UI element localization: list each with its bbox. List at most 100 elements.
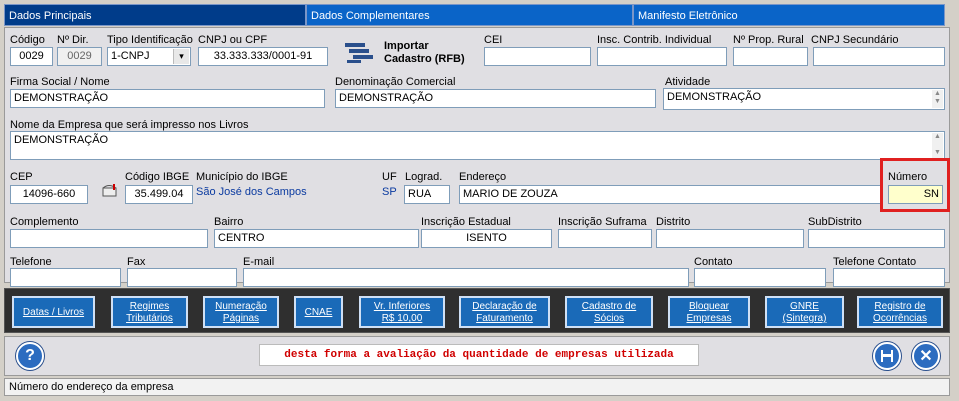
datas-livros-button[interactable]: Datas / Livros [12,296,95,328]
save-icon[interactable] [873,342,901,370]
atividade-field[interactable]: DEMONSTRAÇÃO ▲ ▼ [663,88,945,110]
distrito-label: Distrito [656,216,691,228]
complemento-label: Complemento [10,216,79,228]
distrito-field[interactable] [656,229,804,248]
gnre-sintegra-button[interactable]: GNRE (Sintegra) [765,296,844,328]
fax-field[interactable] [127,268,237,287]
cep-field[interactable]: 14096-660 [10,185,88,204]
cnae-button[interactable]: CNAE [294,296,343,328]
tipo-value: 1-CNPJ [111,50,150,62]
codigo-field[interactable]: 0029 [10,47,53,66]
suframa-label: Inscrição Suframa [558,216,647,228]
insc-contrib-field[interactable] [597,47,727,66]
button-label: Empresas [686,313,732,324]
vr-inferiores-button[interactable]: Vr. Inferiores R$ 10,00 [359,296,445,328]
registro-ocorrencias-button[interactable]: Registro de Ocorrências [857,296,943,328]
tipo-select[interactable]: 1-CNPJ ▾ [107,47,191,66]
email-field[interactable] [243,268,689,287]
chevron-down-icon[interactable]: ▾ [173,49,189,64]
help-icon[interactable]: ? [16,342,44,370]
subdistrito-label: SubDistrito [808,216,862,228]
button-label: R$ 10,00 [381,313,423,324]
button-label: Vr. Inferiores [373,301,431,312]
tab-label: Dados Complementares [311,10,430,22]
endereco-field[interactable]: MARIO DE ZOUZA [459,185,882,204]
ibge-label: Código IBGE [125,171,190,183]
cep-label: CEP [10,171,33,183]
declaracao-faturamento-button[interactable]: Declaração de Faturamento [459,296,550,328]
codigo-label: Código [10,34,45,46]
button-label: Numeração [215,301,267,312]
ibge-field[interactable]: 35.499.04 [125,185,193,204]
cnpj-secundario-label: CNPJ Secundário [811,34,899,46]
prop-rural-label: Nº Prop. Rural [733,34,804,46]
info-message: desta forma a avaliação da quantidade de… [259,344,699,366]
cadastro-socios-button[interactable]: Cadastro de Sócios [565,296,653,328]
livros-scrollbar[interactable]: ▲ ▼ [932,133,943,158]
cei-label: CEI [484,34,503,46]
atividade-value: DEMONSTRAÇÃO [667,91,762,103]
firma-field[interactable]: DEMONSTRAÇÃO [10,89,325,108]
button-label: Sócios [593,313,624,324]
denominacao-label: Denominação Comercial [335,76,456,88]
importar-cadastro-button[interactable]: Importar Cadastro (RFB) [384,40,465,66]
suframa-field[interactable] [558,229,652,248]
atividade-scrollbar[interactable]: ▲ ▼ [932,90,943,108]
fax-label: Fax [127,256,146,268]
tab-label: Manifesto Eletrônico [638,10,738,22]
telefone-field[interactable] [10,268,121,287]
subdistrito-field[interactable] [808,229,945,248]
lograd-label: Lograd. [405,171,443,183]
bairro-field[interactable]: CENTRO [214,229,419,248]
firma-label: Firma Social / Nome [10,76,110,88]
cnpj-label: CNPJ ou CPF [198,34,268,46]
tab-dados-principais[interactable]: Dados Principais [4,4,306,26]
lograd-field[interactable]: RUA [404,185,450,204]
livros-field[interactable]: DEMONSTRAÇÃO ▲ ▼ [10,131,945,160]
denominacao-field[interactable]: DEMONSTRAÇÃO [335,89,656,108]
button-label: Bloquear [688,301,730,312]
telefone-contato-field[interactable] [833,268,945,287]
close-icon[interactable]: ✕ [912,342,940,370]
importar-line2: Cadastro (RFB) [384,53,465,65]
regimes-tributarios-button[interactable]: Regimes Tributários [111,296,188,328]
numero-label: Número [888,171,928,183]
telefone-label: Telefone [10,256,52,268]
ie-label: Inscrição Estadual [421,216,511,228]
tab-dados-complementares[interactable]: Dados Complementares [306,4,633,26]
button-label: Páginas [222,313,260,324]
prop-rural-field[interactable] [733,47,808,66]
numero-field[interactable]: SN [888,185,943,204]
tab-label: Dados Principais [9,10,92,22]
cei-field[interactable] [484,47,591,66]
mailbox-icon[interactable] [101,182,119,198]
button-label: Declaração de [472,301,537,312]
uf-label: UF [382,171,397,183]
button-label: Faturamento [476,313,533,324]
ndir-label: Nº Dir. [57,34,89,46]
municipio-label: Município do IBGE [196,171,288,183]
atividade-label: Atividade [665,76,711,88]
ndir-field[interactable]: 0029 [57,47,102,66]
button-label: Registro de [874,301,926,312]
tipo-label: Tipo Identificação [107,34,193,46]
tab-manifesto-eletronico[interactable]: Manifesto Eletrônico [633,4,945,26]
importar-line1: Importar [384,40,429,52]
status-bar: Número do endereço da empresa [4,378,950,396]
button-label: (Sintegra) [782,313,827,324]
button-label: Datas / Livros [22,307,85,318]
telefone-contato-label: Telefone Contato [833,256,917,268]
contato-field[interactable] [694,268,826,287]
button-label: CNAE [304,307,333,318]
complemento-field[interactable] [10,229,208,248]
livros-value: DEMONSTRAÇÃO [14,134,109,146]
button-label: Cadastro de [581,301,637,312]
bloquear-empresas-button[interactable]: Bloquear Empresas [668,296,750,328]
municipio-value: São José dos Campos [196,186,307,198]
cnpj-field[interactable]: 33.333.333/0001-91 [198,47,328,66]
numeracao-paginas-button[interactable]: Numeração Páginas [203,296,279,328]
button-label: Tributários [126,313,173,324]
receita-federal-icon[interactable] [343,40,375,66]
cnpj-secundario-field[interactable] [813,47,945,66]
ie-field[interactable]: ISENTO [421,229,552,248]
